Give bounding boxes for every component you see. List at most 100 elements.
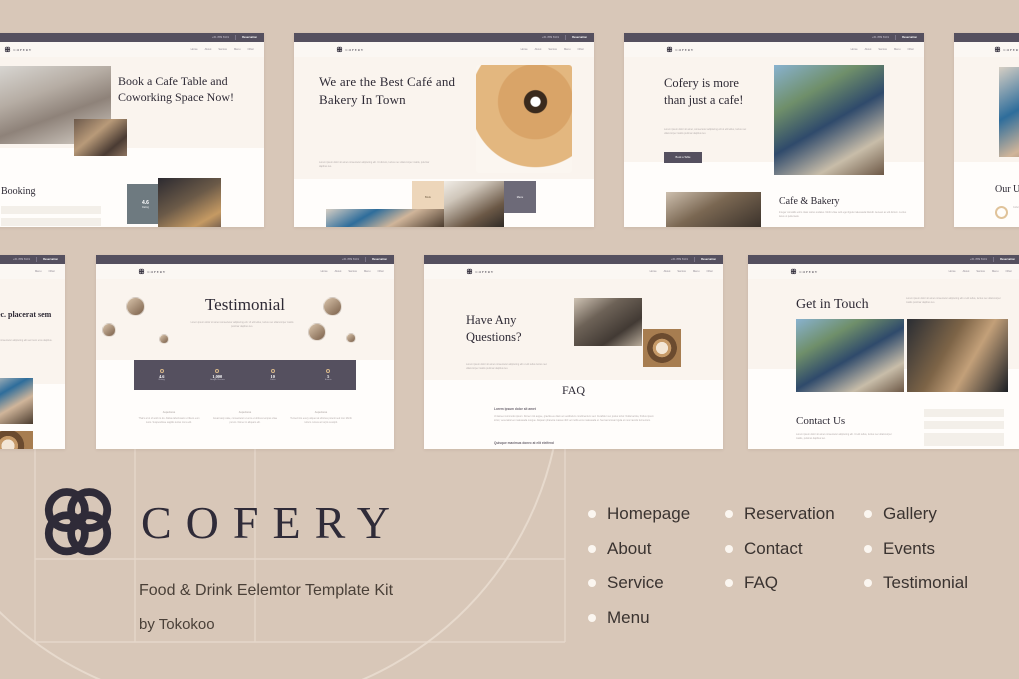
feature-item-faq[interactable]: FAQ (725, 566, 864, 601)
contact-name-field[interactable] (924, 409, 1004, 417)
quote-card: Asperiores Great tasty cake, consectetur… (212, 411, 278, 441)
topbar-reservation-link[interactable]: Reservation (572, 36, 587, 39)
brand-block: COFERY Food & Drink Eelemtor Template Ki… (35, 480, 404, 633)
feature-item-events[interactable]: Events (864, 532, 1004, 567)
bullet-dot-icon (588, 510, 596, 519)
topbar-reservation-link[interactable]: Reservation (701, 258, 716, 261)
hero-section: Get in Touch Lorem ipsum dolor sit amet … (748, 279, 1019, 392)
quote-text: Great tasty cake, consectetur ut eros et… (212, 417, 278, 424)
cofery-logo-icon (4, 46, 11, 53)
feature-label: Events (883, 538, 935, 558)
nav-link-service[interactable]: Service (548, 48, 557, 51)
nav-link-menu[interactable]: Menu (364, 270, 371, 273)
topbar-reservation-link[interactable]: Reservation (372, 258, 387, 261)
feature-item-menu[interactable]: Menu (588, 601, 725, 636)
nav-link-home[interactable]: Home (949, 270, 956, 273)
topbar-reservation-link[interactable]: Reservation (902, 36, 917, 39)
bullet-dot-icon (725, 510, 733, 519)
nav-brand[interactable]: COFERY (4, 46, 32, 53)
nav-link-other[interactable]: Other (908, 48, 915, 51)
nav-link-other[interactable]: Other (49, 270, 56, 273)
avatar (346, 333, 356, 343)
nav-link-service[interactable]: Service (878, 48, 887, 51)
nav-link-home[interactable]: Home (650, 270, 657, 273)
nav-link-other[interactable]: Other (1006, 270, 1013, 273)
topbar-phone: +61 889 8101 (542, 36, 560, 39)
stat-cafes: 10 Cafes (245, 360, 301, 390)
topbar-divider (694, 257, 696, 262)
nav-brand[interactable]: COFERY (994, 46, 1019, 53)
nav-link-service[interactable]: Service (218, 48, 227, 51)
event-circle-icon (326, 368, 331, 373)
feature-label: About (607, 538, 652, 558)
faq-question[interactable]: Lorem ipsum dolor sit amet (494, 407, 536, 411)
nav-link-service[interactable]: Service (976, 270, 985, 273)
thumbnail-about-cafe[interactable]: +61 889 8101 Reservation COFERY Home Abo… (624, 33, 924, 227)
topbar-reservation-link[interactable]: Reservation (43, 258, 58, 261)
topbar-reservation-link[interactable]: Reservation (242, 36, 257, 39)
nav-link-menu[interactable]: Menu (35, 270, 42, 273)
feature-label: Reservation (744, 504, 835, 524)
topbar-phone: +61 889 8101 (872, 36, 890, 39)
nav-link-about[interactable]: About (664, 270, 671, 273)
bullet-dot-icon (725, 544, 733, 553)
faq-question[interactable]: Quisque maximus donec at elit eleifend (494, 441, 554, 445)
hero-section: rtable nec. placerat sem Lorem ipsum dol… (0, 279, 65, 384)
feature-item-service[interactable]: Service (588, 566, 725, 601)
nav-brand[interactable]: COFERY (336, 46, 364, 53)
thumbnail-faq-page[interactable]: +61 889 8101 Reservation COFERY Home Abo… (424, 255, 723, 449)
nav-link-menu[interactable]: Menu (894, 48, 901, 51)
nav-link-other[interactable]: Other (578, 48, 585, 51)
nav-brand[interactable]: COFERY (138, 268, 166, 275)
thumbnail-testimonial-page[interactable]: +61 889 8101 Reservation COFERY Home Abo… (96, 255, 394, 449)
nav-link-other[interactable]: Other (248, 48, 255, 51)
contact-message-field[interactable] (924, 433, 1004, 446)
feature-item-homepage[interactable]: Homepage (588, 497, 725, 532)
feature-item-contact[interactable]: Contact (725, 532, 864, 567)
nav-link-service[interactable]: Service (348, 270, 357, 273)
feature-item-about[interactable]: About (588, 532, 725, 567)
nav-link-menu[interactable]: Menu (992, 270, 999, 273)
thumbnail-contact-page[interactable]: +61 889 8101 Reservation COFERY Home Abo… (748, 255, 1019, 449)
cofery-logo-icon (466, 268, 473, 275)
quote-author: Asperiores (314, 411, 328, 414)
book-table-button[interactable]: Book a Table (664, 152, 702, 163)
contact-email-field[interactable] (924, 421, 1004, 429)
nav-link-other[interactable]: Other (707, 270, 714, 273)
nav-link-home[interactable]: Home (521, 48, 528, 51)
feature-item-reservation[interactable]: Reservation (725, 497, 864, 532)
thumbnail-our-team[interactable]: +61 889 8101 Reservation COFERY Our U Co… (954, 33, 1019, 227)
nav-link-menu[interactable]: Menu (234, 48, 241, 51)
nav-link-home[interactable]: Home (321, 270, 328, 273)
cafe-bakery-section: Cafe & Bakery Integer convallis enim cla… (624, 188, 924, 227)
thumbnail-menu-page[interactable]: +61 889 8101 Reservation Menu Other rtab… (0, 255, 65, 449)
man-table-photo (796, 319, 904, 392)
topbar-reservation-link[interactable]: Reservation (1000, 258, 1015, 261)
feature-item-testimonial[interactable]: Testimonial (864, 566, 1004, 601)
booking-name-field[interactable] (1, 206, 101, 214)
nav-links: Home About Service Menu Other (851, 48, 914, 51)
menu-chip[interactable]: Menu (504, 181, 536, 213)
thumbnail-homepage-booking[interactable]: +61 889 8101 Reservation COFERY Home Abo… (0, 33, 264, 227)
nav-brand[interactable]: COFERY (790, 268, 818, 275)
nav-link-home[interactable]: Home (851, 48, 858, 51)
nav-link-service[interactable]: Service (677, 270, 686, 273)
cafe-bakery-body: Integer convallis enim class varius soda… (779, 211, 907, 218)
nav-link-about[interactable]: About (963, 270, 970, 273)
thumbnail-homepage-bakery[interactable]: +61 889 8101 Reservation COFERY Home Abo… (294, 33, 594, 227)
feature-item-gallery[interactable]: Gallery (864, 497, 1004, 532)
nav-link-menu[interactable]: Menu (564, 48, 571, 51)
man-window-cafe-photo (774, 65, 884, 175)
nav-link-menu[interactable]: Menu (693, 270, 700, 273)
nav-link-about[interactable]: About (335, 270, 342, 273)
nav-link-other[interactable]: Other (378, 270, 385, 273)
nav-link-about[interactable]: About (535, 48, 542, 51)
nav-brand[interactable]: COFERY (466, 268, 494, 275)
nav-link-about[interactable]: About (205, 48, 212, 51)
nav-link-home[interactable]: Home (191, 48, 198, 51)
nav-link-about[interactable]: About (865, 48, 872, 51)
stat-label: Google Review (209, 379, 225, 382)
booking-email-field[interactable] (1, 218, 101, 226)
nav-brand-name: COFERY (345, 47, 365, 52)
nav-brand[interactable]: COFERY (666, 46, 694, 53)
